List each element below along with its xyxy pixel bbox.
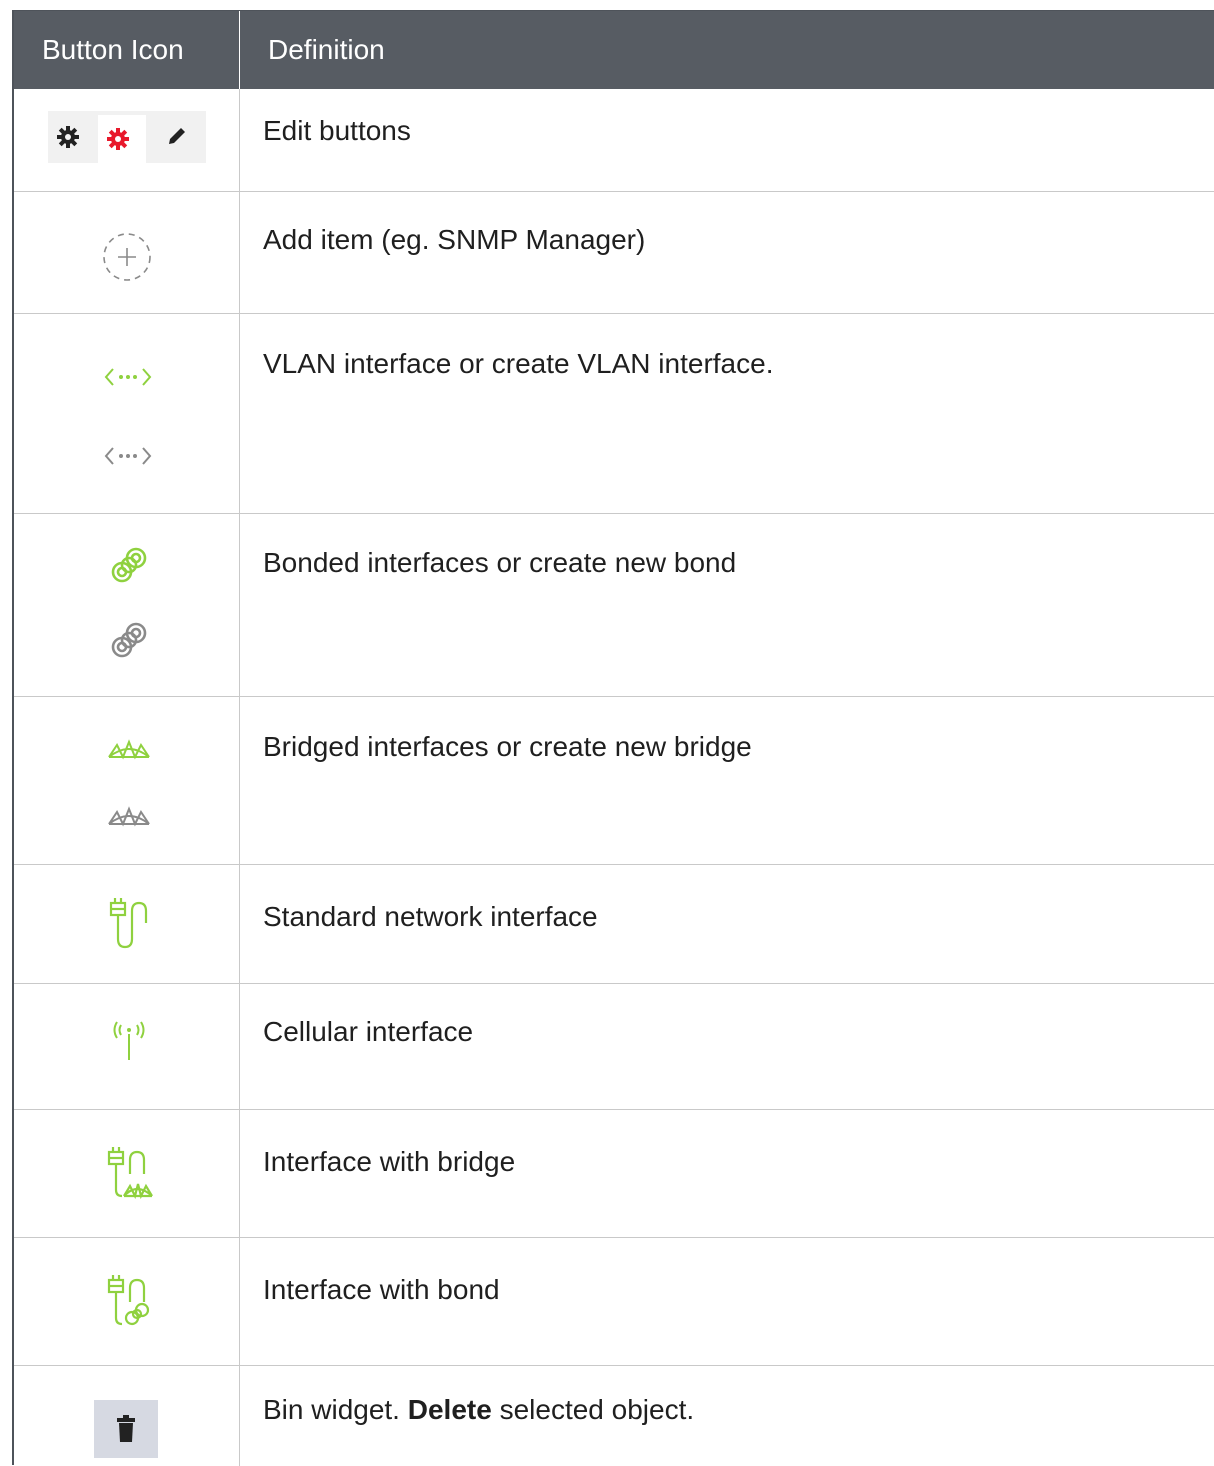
table-row: Bonded interfaces or create new bond (14, 514, 1214, 697)
definition-prefix: Bin widget. (263, 1394, 408, 1425)
table-row: Add item (eg. SNMP Manager) (14, 192, 1214, 314)
definition-text: Bridged interfaces or create new bridge (263, 731, 752, 762)
icon-cell (14, 314, 239, 514)
icon-cell (14, 192, 239, 314)
bridge-icon-green[interactable] (107, 737, 151, 768)
definition-text: Cellular interface (263, 1016, 474, 1047)
table-row: VLAN interface or create VLAN interface. (14, 314, 1214, 514)
table-header: Button Icon Definition (14, 11, 1214, 89)
table-row: Edit buttons (14, 89, 1214, 192)
cellular-icon[interactable] (110, 1016, 148, 1067)
table-row: Interface with bridge (14, 1110, 1214, 1238)
definition-text: VLAN interface or create VLAN interface. (263, 348, 774, 379)
icon-cell (14, 984, 239, 1110)
definition-text: Edit buttons (263, 115, 411, 146)
definition-bold: Delete (407, 1394, 492, 1425)
trash-button[interactable] (94, 1400, 158, 1458)
bridge-icon-grey[interactable] (107, 804, 151, 835)
definition-text: Bonded interfaces or create new bond (263, 547, 737, 578)
header-definition: Definition (268, 34, 385, 65)
icon-cell (14, 89, 239, 192)
vlan-icon-green[interactable] (104, 366, 152, 393)
icon-cell (14, 1238, 239, 1366)
definition-text: Standard network interface (263, 901, 598, 932)
definition-text: Interface with bridge (263, 1146, 516, 1177)
icon-cell (14, 1110, 239, 1238)
gear-icon-red[interactable] (106, 127, 130, 156)
interface-bond-icon[interactable] (106, 1272, 154, 1333)
definition-suffix: selected object. (491, 1394, 695, 1425)
vlan-icon-grey[interactable] (104, 445, 152, 472)
table-row: Interface with bond (14, 1238, 1214, 1366)
icon-cell (14, 514, 239, 697)
pencil-icon[interactable] (166, 125, 188, 152)
icon-cell (14, 865, 239, 984)
definition-text: Interface with bond (263, 1274, 500, 1305)
bond-icon-grey[interactable] (108, 619, 150, 666)
bond-icon-green[interactable] (108, 544, 150, 591)
add-circle-dashed-icon[interactable] (101, 231, 153, 288)
header-button-icon: Button Icon (42, 34, 184, 65)
trash-icon (117, 1415, 135, 1442)
table-row: Bridged interfaces or create new bridge (14, 697, 1214, 865)
definition-text: Add item (eg. SNMP Manager) (263, 224, 646, 255)
table-row: Cellular interface (14, 984, 1214, 1110)
table-row: Standard network interface (14, 865, 1214, 984)
icon-cell (14, 1366, 239, 1466)
table-row: Bin widget. Delete selected object. (14, 1366, 1214, 1466)
interface-bridge-icon[interactable] (106, 1144, 154, 1205)
gear-icon[interactable] (56, 125, 80, 154)
header-divider (239, 11, 240, 89)
network-interface-icon[interactable] (108, 895, 150, 956)
definition-text: Bin widget. Delete selected object. (263, 1394, 694, 1426)
icon-cell (14, 697, 239, 865)
icon-definition-table: Button Icon Definition Edit buttons Add … (12, 10, 1214, 1466)
